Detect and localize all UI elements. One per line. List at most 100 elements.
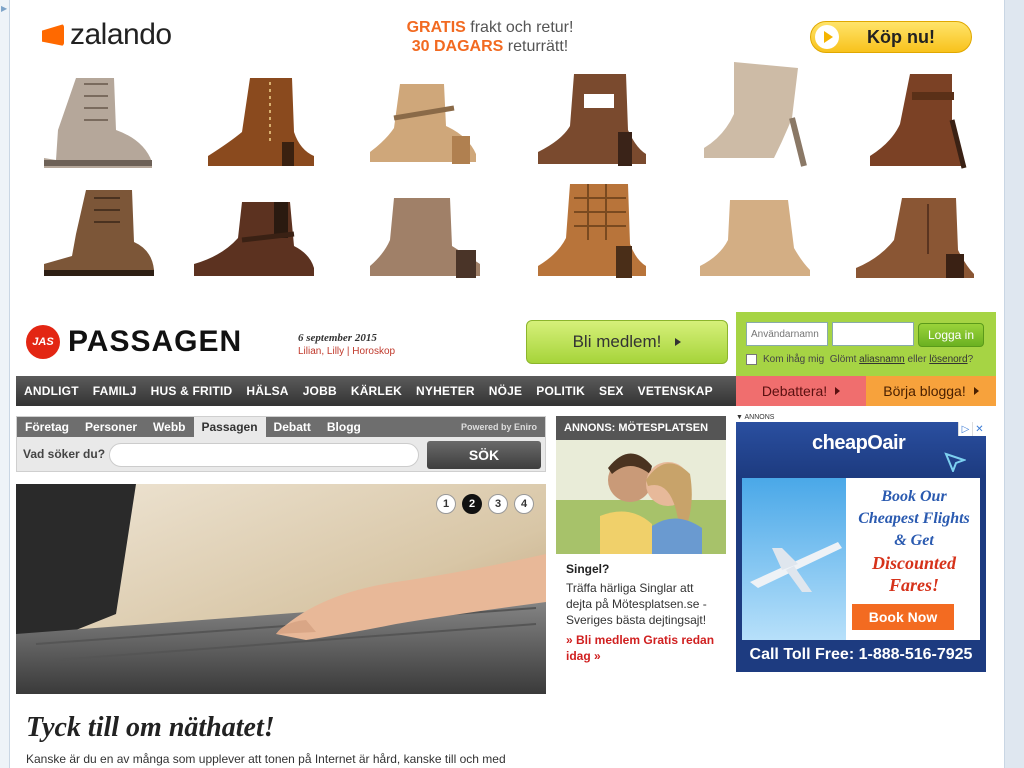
nav-item-sex[interactable]: SEX <box>591 384 630 398</box>
debattera-button[interactable]: Debattera! <box>736 376 866 406</box>
nav-item-andligt[interactable]: ANDLIGT <box>16 384 85 398</box>
play-icon <box>815 25 839 49</box>
slide-dot-4[interactable]: 4 <box>514 494 534 514</box>
kop-nu-label: Köp nu! <box>867 26 935 47</box>
left-browser-strip: ▶ <box>0 0 10 768</box>
slide-dot-1[interactable]: 1 <box>436 494 456 514</box>
shoe-strap-bootie-dark-brown[interactable] <box>188 198 318 280</box>
search-input[interactable] <box>109 443 419 467</box>
zalando-banner-ad[interactable]: zalando GRATIS frakt och retur! 30 DAGAR… <box>10 0 1004 300</box>
remember-row: Kom ihåg mig Glömt aliasnamn eller lösen… <box>746 354 973 365</box>
arrow-right-icon <box>835 387 841 395</box>
zalando-promo: GRATIS frakt och retur! 30 DAGARS returr… <box>370 18 610 56</box>
bli-medlem-button[interactable]: Bli medlem! <box>526 320 728 364</box>
search-box: Företag Personer Webb Passagen Debatt Bl… <box>16 416 546 472</box>
promo-gratis: GRATIS <box>406 19 466 36</box>
tab-passagen[interactable]: Passagen <box>193 417 266 437</box>
shoe-lace-boot-grey[interactable] <box>36 70 156 170</box>
slide-dot-2[interactable]: 2 <box>462 494 482 514</box>
tab-debatt[interactable]: Debatt <box>266 417 319 437</box>
promo-30-dagars: 30 DAGARS <box>411 38 504 55</box>
forgot-username-link[interactable]: aliasnamn <box>859 354 905 365</box>
shoe-ankle-bootie-taupe[interactable] <box>364 194 484 280</box>
shoe-combat-boot-brown[interactable] <box>36 186 156 280</box>
tab-webb[interactable]: Webb <box>145 417 193 437</box>
remember-checkbox[interactable] <box>746 354 757 365</box>
nav-item-karlek[interactable]: KÄRLEK <box>343 384 408 398</box>
annons-body: Träffa härliga Singlar att dejta på Möte… <box>566 581 707 627</box>
tab-personer[interactable]: Personer <box>77 417 145 437</box>
logga-in-label: Logga in <box>927 328 975 342</box>
kop-nu-button[interactable]: Köp nu! <box>810 21 972 53</box>
nav-item-halsa[interactable]: HÄLSA <box>238 384 294 398</box>
sok-label: SÖK <box>468 447 500 463</box>
nav-item-politik[interactable]: POLITIK <box>528 384 591 398</box>
couple-photo <box>556 440 726 554</box>
article-body: Kanske är du en av många som upplever at… <box>26 752 506 766</box>
search-tabs: Företag Personer Webb Passagen Debatt Bl… <box>17 417 545 437</box>
sok-button[interactable]: SÖK <box>427 441 541 469</box>
promo-returratt: returrätt! <box>507 38 569 55</box>
promo-frakt: frakt och retur! <box>470 19 574 36</box>
annons-header: ANNONS: MÖTESPLATSEN <box>556 416 726 440</box>
ad-close-icon[interactable]: ✕ <box>972 422 986 436</box>
borja-blogga-button[interactable]: Börja blogga! <box>866 376 996 406</box>
slide-dot-3[interactable]: 3 <box>488 494 508 514</box>
forgot-prefix: Glömt <box>829 354 857 365</box>
forgot-suffix: ? <box>967 354 974 365</box>
bli-medlem-label: Bli medlem! <box>572 332 662 351</box>
username-input[interactable] <box>746 322 828 346</box>
borja-blogga-label: Börja blogga! <box>883 383 966 399</box>
copy-line4: Discounted <box>871 553 956 573</box>
nav-item-familj[interactable]: FAMILJ <box>85 384 143 398</box>
laptop-hand-photo <box>16 484 546 694</box>
book-now-label: Book Now <box>868 609 938 625</box>
nav-item-jobb[interactable]: JOBB <box>295 384 343 398</box>
search-label: Vad söker du? <box>23 447 106 461</box>
shoe-woven-bootie-tan[interactable] <box>530 180 650 280</box>
page: zalando GRATIS frakt och retur! 30 DAGAR… <box>10 0 1004 768</box>
adchoices: ▷ ✕ <box>958 422 986 436</box>
cheapoair-ad[interactable]: cheapOair ▷ ✕ Book Our Cheapest Flights … <box>736 422 986 672</box>
shoe-suede-wedge-beige[interactable] <box>694 196 814 280</box>
adchoices-icon[interactable]: ▷ <box>958 422 972 436</box>
motesplatsen-ad[interactable]: ANNONS: MÖTESPLATSEN Singel? Träffa härl… <box>556 416 726 674</box>
arrow-right-icon <box>675 338 682 346</box>
tab-foretag[interactable]: Företag <box>17 417 77 437</box>
shoe-slouch-heel-beige[interactable] <box>694 58 814 170</box>
copy-line1: Book Our <box>881 488 947 505</box>
passagen-logo[interactable]: JAS PASSAGEN <box>26 325 242 359</box>
shoe-fringe-bootie-brown[interactable] <box>200 72 320 170</box>
name-day-horoskop[interactable]: Lilian, Lilly | Horoskop <box>298 346 395 357</box>
zalando-logo-text: zalando <box>70 18 172 51</box>
article-title[interactable]: Tyck till om näthatet! <box>26 712 275 744</box>
copy-line2: Cheapest Flights <box>858 510 970 527</box>
nav-item-vetenskap[interactable]: VETENSKAP <box>630 384 719 398</box>
passagen-mark-icon: JAS <box>26 325 60 359</box>
remember-label: Kom ihåg mig <box>763 354 825 365</box>
nav-item-noje[interactable]: NÖJE <box>481 384 528 398</box>
nav-item-nyheter[interactable]: NYHETER <box>408 384 481 398</box>
forgot-password-link[interactable]: lösenord <box>929 354 967 365</box>
copy-line5: Fares! <box>888 575 939 595</box>
cheapoair-logo: cheapOair <box>812 432 906 454</box>
password-input[interactable] <box>832 322 914 346</box>
annons-cta-link[interactable]: » Bli medlem Gratis redan idag » <box>566 632 722 664</box>
logga-in-button[interactable]: Logga in <box>918 323 984 347</box>
powered-by-prefix: Powered by <box>460 422 512 432</box>
powered-by: Powered by Eniro <box>461 422 545 432</box>
shoe-zip-bootie-brown[interactable] <box>850 194 980 280</box>
category-nav: ANDLIGT FAMILJ HUS & FRITID HÄLSA JOBB K… <box>16 376 736 406</box>
cheapoair-inner: Book Our Cheapest Flights & Get Discount… <box>742 478 980 640</box>
shoe-cutout-bootie-brown[interactable] <box>530 70 650 170</box>
expand-icon: ▶ <box>1 4 8 13</box>
forgot-or: eller <box>907 354 927 365</box>
debattera-label: Debattera! <box>761 383 828 399</box>
shoe-strap-heel-brown[interactable] <box>860 70 980 170</box>
zalando-mark-icon <box>42 24 64 46</box>
book-now-button[interactable]: Book Now <box>852 604 954 630</box>
shoe-buckle-bootie-tan[interactable] <box>364 78 484 170</box>
hero-slider-image[interactable]: 1 2 3 4 <box>16 484 546 694</box>
tab-blogg[interactable]: Blogg <box>319 417 369 437</box>
nav-item-hus-fritid[interactable]: HUS & FRITID <box>143 384 239 398</box>
